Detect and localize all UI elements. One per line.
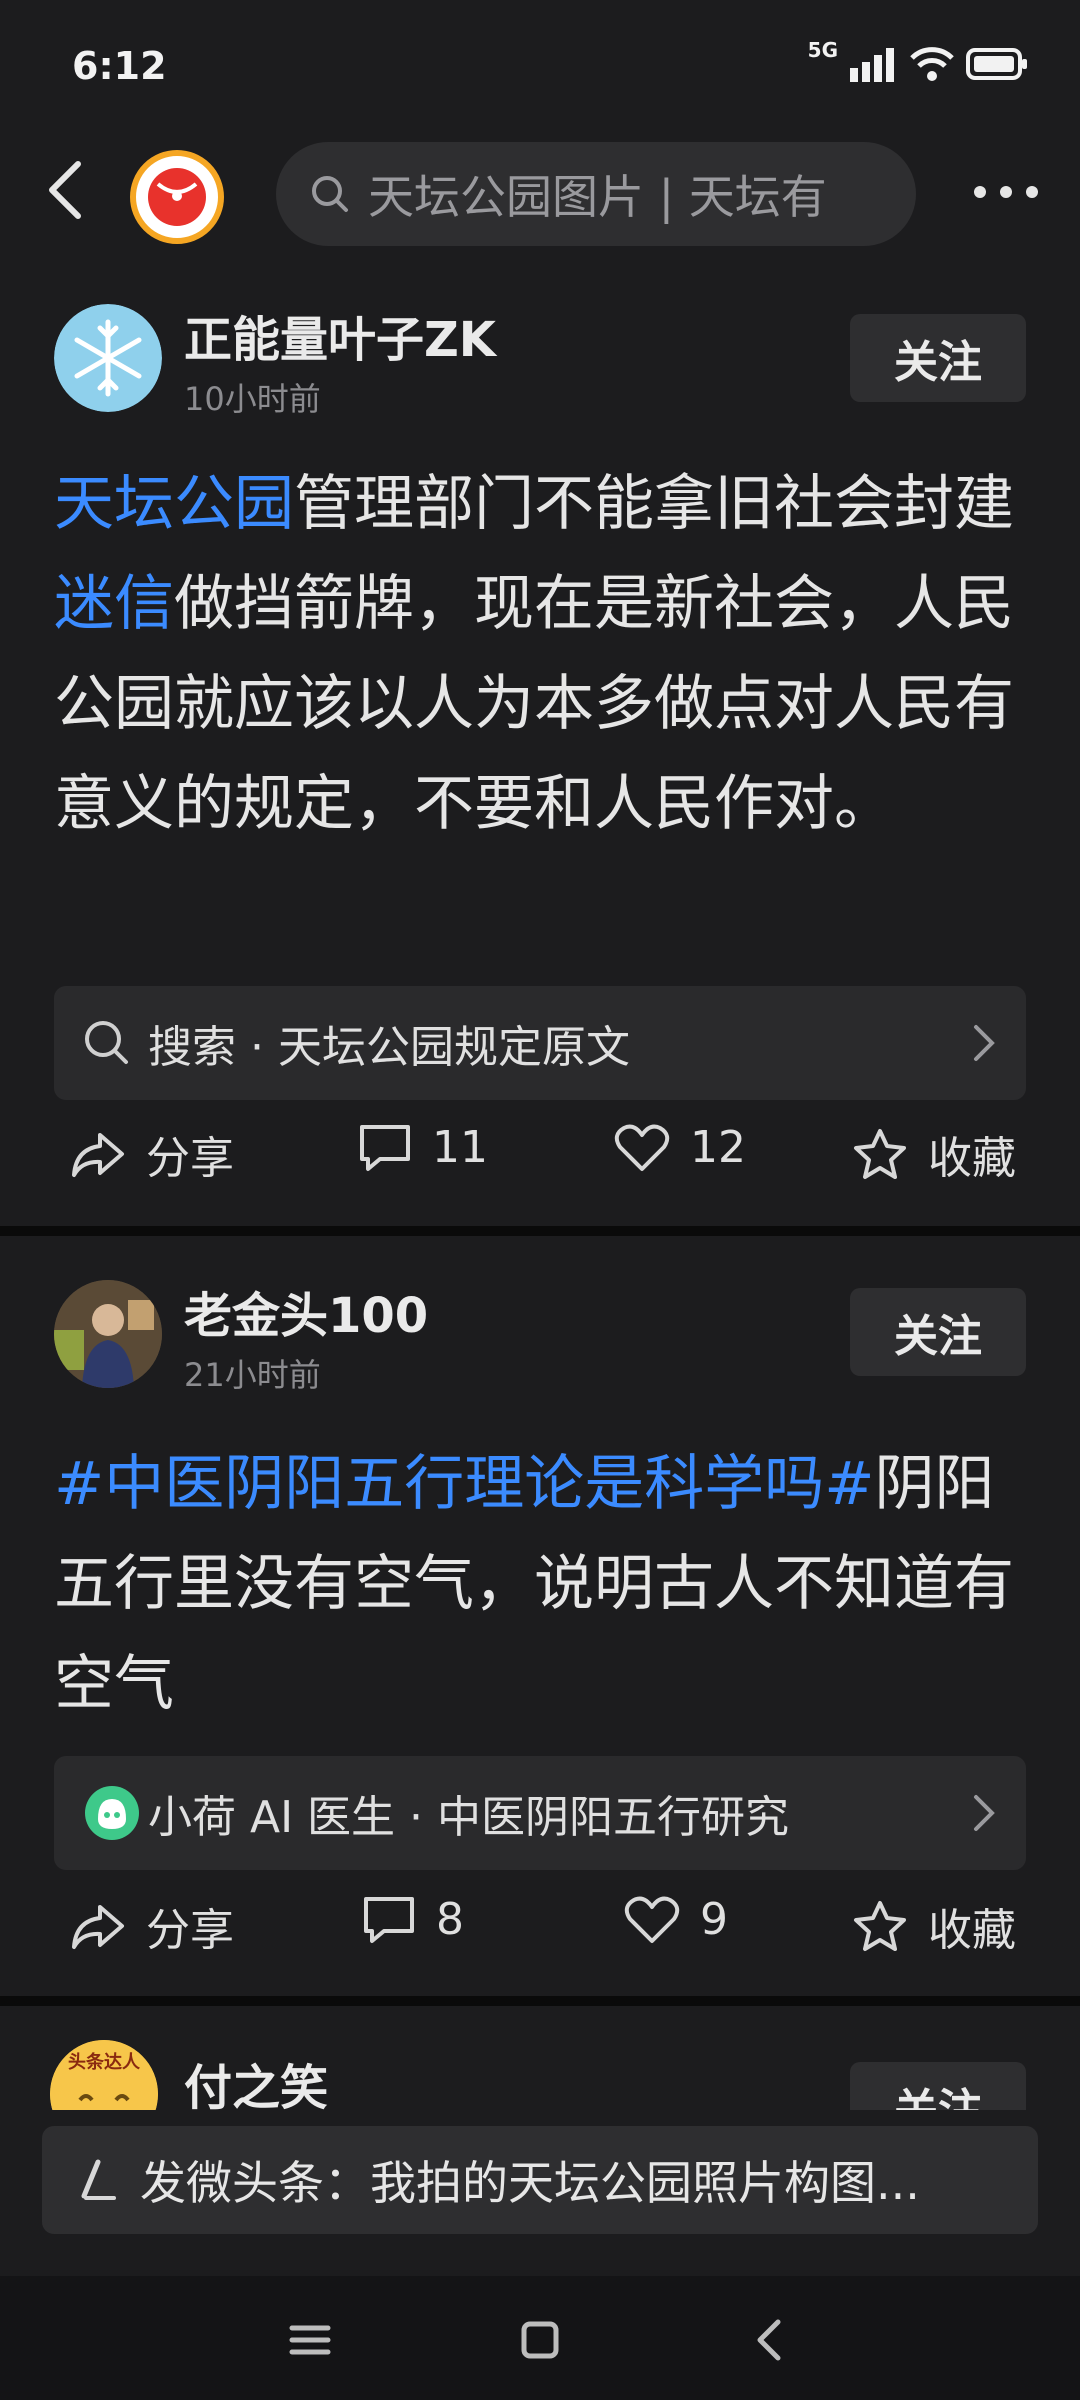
signal-icon [850,48,894,82]
favorite-button[interactable]: 收藏 [852,1122,1016,1186]
like-count: 9 [700,1894,728,1945]
app-logo[interactable] [130,150,224,244]
share-label: 分享 [146,1905,234,1956]
like-button[interactable]: 12 [614,1122,746,1173]
status-icons: 5G [808,38,1028,82]
text-segment: 管理部门不能拿旧社会封建 [294,469,1014,539]
chevron-left-icon [49,161,81,219]
favorite-label: 收藏 [928,1133,1016,1184]
share-icon [72,1905,124,1949]
post-divider [0,1226,1080,1236]
ai-doctor-icon [85,1786,139,1840]
related-search-card[interactable]: 小荷 AI 医生 · 中医阴阳五行研究 [54,1756,1026,1870]
post-time: 10小时前 [184,380,321,418]
dot [1026,186,1038,198]
search-icon [85,1021,128,1064]
compose-text: 发微头条：我拍的天坛公园照片构图... [140,2156,920,2210]
topic-link[interactable]: #中医阴阳五行理论是科学吗# [54,1449,875,1519]
pen-icon [81,2159,116,2200]
related-search-label: 小荷 AI 医生 · 中医阴阳五行研究 [148,1792,790,1843]
related-search-label: 搜索 · 天坛公园规定原文 [148,1022,630,1073]
avatar[interactable] [54,304,162,412]
like-button[interactable]: 9 [624,1894,728,1945]
follow-button[interactable]: 关注 [850,314,1026,402]
post-text[interactable]: #中医阴阳五行理论是科学吗#阴阳五行里没有空气，说明古人不知道有空气 [54,1434,1034,1734]
avatar[interactable] [54,1280,162,1388]
post-text[interactable]: 天坛公园管理部门不能拿旧社会封建迷信做挡箭牌，现在是新社会，人民公园就应该以人为… [54,454,1034,854]
heart-icon [614,1124,670,1171]
favorite-label: 收藏 [928,1905,1016,1956]
comment-count: 8 [436,1894,464,1945]
text-segment: 做挡箭牌，现在是新社会，人民公园就应该以人为本多做点对人民有意义的规定，不要和人… [54,569,1014,839]
recent-apps-button[interactable] [280,2310,340,2370]
follow-button[interactable]: 关注 [850,1288,1026,1376]
more-options-button[interactable] [960,172,1052,212]
dot [1000,186,1012,198]
comment-icon [360,1124,410,1171]
comment-button[interactable]: 11 [358,1122,488,1173]
avatar-badge-text: 头条达人 [68,2052,140,2073]
snowflake-avatar-icon [54,304,162,412]
like-count: 12 [690,1122,746,1173]
post-actions: 分享 8 9 收藏 [54,1894,1026,1964]
chevron-right-icon [974,1025,995,1061]
share-button[interactable]: 分享 [70,1122,234,1186]
network-type-label: 5G [807,38,838,62]
menu-icon [289,2325,331,2355]
related-search-card[interactable]: 搜索 · 天坛公园规定原文 [54,986,1026,1100]
system-navigation-bar [0,2276,1080,2400]
search-text: 天坛公园图片 | 天坛有 [368,170,827,224]
follow-button[interactable]: 关注 [850,2062,1026,2110]
post-time: 21小时前 [184,1356,321,1394]
wifi-icon [910,47,954,81]
post-actions: 分享 11 12 收藏 [54,1122,1026,1192]
username[interactable]: 正能量叶子ZK [184,300,496,370]
battery-icon [966,48,1027,80]
share-icon [72,1133,124,1177]
search-icon [312,176,348,212]
topic-link[interactable]: 天坛公园 [54,469,294,539]
username[interactable]: 付之笑 [184,2048,328,2110]
red-envelope-icon [148,168,206,226]
star-icon [854,1901,906,1951]
dot [974,186,986,198]
topic-link[interactable]: 迷信 [54,569,174,639]
chevron-left-icon [757,2319,781,2361]
back-button[interactable] [36,150,96,230]
partial-post: 头条达人 付之笑 关注 [0,2006,1080,2110]
star-icon [854,1129,906,1179]
share-button[interactable]: 分享 [70,1894,234,1958]
chevron-right-icon [974,1795,995,1831]
username[interactable]: 老金头100 [184,1276,428,1346]
status-time: 6:12 [72,44,167,88]
post-divider [0,1996,1080,2006]
share-label: 分享 [146,1133,234,1184]
person-avatar-icon [54,1280,162,1388]
home-button[interactable] [510,2310,570,2370]
system-back-button[interactable] [740,2310,800,2370]
square-icon [521,2321,559,2359]
comment-button[interactable]: 8 [362,1894,464,1945]
avatar[interactable]: 头条达人 [50,2040,158,2110]
search-bar[interactable]: 天坛公园图片 | 天坛有 [276,142,916,246]
heart-icon [624,1896,680,1943]
comment-count: 11 [432,1122,488,1173]
favorite-button[interactable]: 收藏 [852,1894,1016,1958]
comment-icon [364,1896,414,1943]
compose-bar[interactable]: 发微头条：我拍的天坛公园照片构图... [42,2126,1038,2234]
